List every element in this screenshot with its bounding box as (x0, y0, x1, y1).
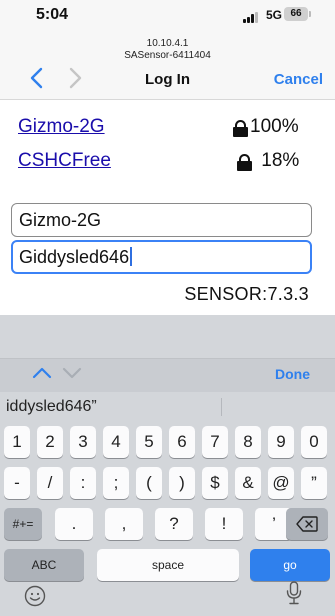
key-5[interactable]: 5 (136, 426, 162, 458)
cancel-button[interactable]: Cancel (274, 71, 323, 88)
key-exclamation[interactable]: ! (205, 508, 243, 540)
ssid-field[interactable]: Gizmo-2G (11, 203, 312, 237)
chevron-up-icon[interactable] (32, 364, 52, 382)
space-key[interactable]: space (97, 549, 239, 581)
password-field[interactable]: Giddysled646 (11, 240, 312, 274)
key-6[interactable]: 6 (169, 426, 195, 458)
key-semicolon[interactable]: ; (103, 467, 129, 499)
key-slash[interactable]: / (37, 467, 63, 499)
key-close-paren[interactable]: ) (169, 467, 195, 499)
phone-screen: 5:04 5G 66 10.10.4.1 SASensor-6411404 Lo… (0, 0, 335, 616)
key-4[interactable]: 4 (103, 426, 129, 458)
status-time: 5:04 (36, 6, 69, 23)
lock-icon (233, 120, 248, 137)
network-link[interactable]: Gizmo-2G (18, 116, 105, 138)
network-row: Gizmo-2G 100% (18, 116, 318, 144)
password-value: Giddysled646 (19, 247, 130, 267)
lock-icon (237, 154, 252, 171)
portal-ssid: SASensor-6411404 (124, 50, 211, 61)
battery-icon: 66 (284, 7, 311, 21)
key-3[interactable]: 3 (70, 426, 96, 458)
abc-key[interactable]: ABC (4, 549, 84, 581)
key-8[interactable]: 8 (235, 426, 261, 458)
network-row: CSHCFree 18% (18, 150, 318, 178)
network-type: 5G (266, 8, 283, 22)
key-period[interactable]: . (55, 508, 93, 540)
more-symbols-key[interactable]: #+= (4, 508, 42, 540)
done-button[interactable]: Done (275, 366, 310, 382)
key-7[interactable]: 7 (202, 426, 228, 458)
text-caret (130, 247, 133, 266)
key-1[interactable]: 1 (4, 426, 30, 458)
battery-level: 66 (290, 8, 302, 19)
emoji-icon[interactable] (24, 585, 46, 607)
portal-header: 5:04 5G 66 10.10.4.1 SASensor-6411404 Lo… (0, 0, 335, 100)
signal-strength: 100% (250, 116, 299, 137)
key-colon[interactable]: : (70, 467, 96, 499)
key-open-paren[interactable]: ( (136, 467, 162, 499)
backspace-key[interactable] (286, 508, 328, 540)
ssid-value: Gizmo-2G (19, 210, 102, 230)
go-key[interactable]: go (250, 549, 330, 581)
backspace-icon (296, 516, 318, 532)
key-dollar[interactable]: $ (202, 467, 228, 499)
network-link[interactable]: CSHCFree (18, 150, 111, 172)
key-at[interactable]: @ (268, 467, 294, 499)
portal-ip: 10.10.4.1 (146, 38, 189, 49)
key-question[interactable]: ? (155, 508, 193, 540)
key-9[interactable]: 9 (268, 426, 294, 458)
key-quote[interactable]: ” (301, 467, 327, 499)
suggestion-divider (221, 398, 222, 416)
suggestion-item[interactable]: iddysled646” (6, 398, 97, 416)
signal-strength: 18% (256, 150, 300, 171)
key-2[interactable]: 2 (37, 426, 63, 458)
key-ampersand[interactable]: & (235, 467, 261, 499)
key-hyphen[interactable]: - (4, 467, 30, 499)
signal-icon (243, 12, 259, 23)
microphone-icon[interactable] (285, 580, 303, 606)
chevron-down-icon[interactable] (62, 364, 82, 382)
sensor-version: SENSOR:7.3.3 (184, 284, 309, 304)
key-0[interactable]: 0 (301, 426, 327, 458)
key-comma[interactable]: , (105, 508, 143, 540)
